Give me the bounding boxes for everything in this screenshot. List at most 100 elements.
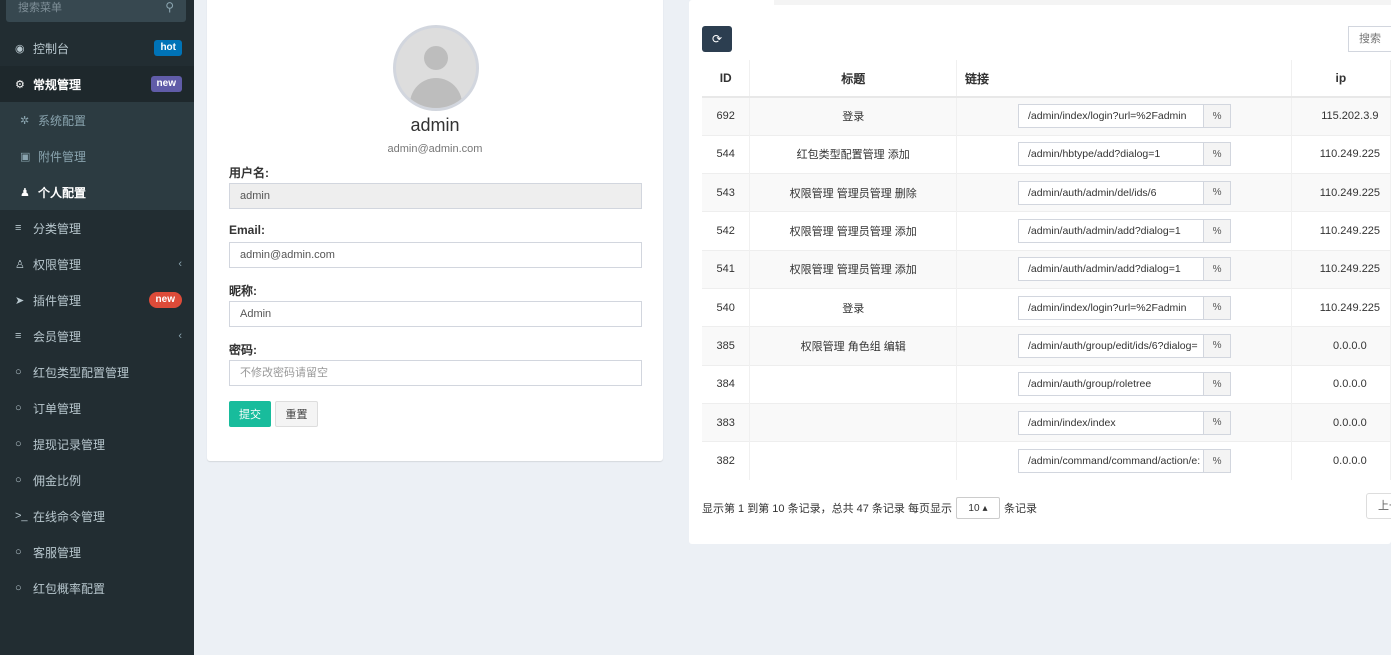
sidebar-menu: ◉ 控制台 hot ⚙ 常规管理 new ✲ 系统配置 ▣ 附件管理 ♟ 个人配置 ≡ 分类管理 ♙ 权限管理… — [0, 30, 194, 606]
cell-id: 540 — [702, 287, 751, 327]
reset-button[interactable]: 重置 — [275, 401, 318, 427]
cell-ip[interactable]: 0.0.0.0 — [1291, 402, 1391, 442]
url-input[interactable]: /admin/hbtype/add?dialog=1 — [1018, 142, 1205, 167]
sidebar-item-7[interactable]: ➤ 插件管理 new — [0, 282, 194, 318]
column-header-title[interactable]: 标题 — [749, 60, 958, 98]
table-search-input[interactable] — [1348, 26, 1391, 52]
url-input-group: /admin/index/index% — [957, 410, 1291, 435]
dashboard-icon: ◉ — [15, 42, 25, 55]
search-icon[interactable]: ⚲ — [165, 0, 174, 14]
sidebar-item-4[interactable]: ♟ 个人配置 — [0, 174, 194, 210]
link-icon[interactable]: % — [1204, 372, 1232, 397]
cell-ip[interactable]: 0.0.0.0 — [1291, 326, 1391, 366]
cell-ip[interactable]: 110.249.225 — [1291, 134, 1391, 174]
table-row[interactable]: 692 登录/admin/index/login?url=%2Fadmin% 115… — [702, 96, 1391, 136]
nickname-field[interactable] — [229, 301, 642, 327]
sidebar-item-label: 权限管理 — [33, 257, 82, 272]
url-input[interactable]: /admin/auth/group/edit/ids/6?dialog= — [1018, 333, 1205, 358]
sidebar-item-14[interactable]: ○ 客服管理 — [0, 534, 194, 570]
submit-button[interactable]: 提交 — [229, 401, 271, 427]
email-field[interactable] — [229, 242, 642, 268]
sidebar-item-2[interactable]: ✲ 系统配置 — [0, 102, 194, 138]
url-input[interactable]: /admin/command/command/action/e: — [1018, 449, 1205, 474]
link-icon[interactable]: % — [1204, 295, 1232, 320]
table-header-row: ID 标题 链接 ip — [702, 60, 1391, 98]
sidebar-item-8[interactable]: ≡ 会员管理 ‹ — [0, 318, 194, 354]
cell-id: 383 — [702, 402, 751, 442]
cell-ip[interactable]: 0.0.0.0 — [1291, 364, 1391, 404]
link-icon[interactable]: % — [1204, 142, 1232, 167]
circle-icon: ○ — [15, 402, 22, 414]
sidebar-item-15[interactable]: ○ 红包概率配置 — [0, 570, 194, 606]
url-input[interactable]: /admin/index/login?url=%2Fadmin — [1018, 295, 1205, 320]
caret-up-icon: ▴ — [982, 502, 988, 514]
cell-ip[interactable]: 115.202.3.9 — [1291, 96, 1391, 136]
pagination-prefix: 显示第 1 到第 10 条记录，总共 47 条记录 每页显示 — [702, 503, 952, 515]
column-header-ip[interactable]: ip — [1291, 60, 1391, 98]
sidebar-item-0[interactable]: ◉ 控制台 hot — [0, 30, 194, 66]
link-icon[interactable]: % — [1204, 333, 1232, 358]
sidebar-search-input[interactable]: 搜索菜单 ⚲ — [6, 0, 186, 22]
url-input[interactable]: /admin/auth/admin/add?dialog=1 — [1018, 257, 1205, 282]
cell-ip[interactable]: 110.249.225 — [1291, 173, 1391, 212]
table-row[interactable]: 382/admin/command/command/action/e:% 0.0.… — [702, 441, 1391, 480]
cell-ip[interactable]: 0.0.0.0 — [1291, 441, 1391, 480]
url-input-group: /admin/hbtype/add?dialog=1% — [957, 142, 1291, 167]
email-label: Email: — [229, 223, 266, 237]
column-header-url[interactable]: 链接 — [956, 60, 1292, 98]
table-row[interactable]: 540 登录/admin/index/login?url=%2Fadmin% 110… — [702, 287, 1391, 327]
cell-title — [749, 364, 958, 404]
sidebar-item-label: 佣金比例 — [33, 473, 82, 488]
sidebar-item-6[interactable]: ♙ 权限管理 ‹ — [0, 246, 194, 282]
prev-page-button[interactable]: 上一页 — [1366, 493, 1391, 519]
table-row[interactable]: 544 红包类型配置管理 添加/admin/hbtype/add?dialog=1… — [702, 134, 1391, 174]
link-icon[interactable]: % — [1204, 449, 1232, 474]
link-icon[interactable]: % — [1204, 257, 1232, 282]
url-input[interactable]: /admin/auth/admin/add?dialog=1 — [1018, 219, 1205, 244]
badge-new: new — [150, 76, 182, 92]
url-input[interactable]: /admin/index/login?url=%2Fadmin — [1018, 104, 1205, 129]
table-row[interactable]: 383/admin/index/index% 0.0.0.0 — [702, 402, 1391, 442]
page-size-select[interactable]: 10 ▴ — [955, 497, 1000, 519]
cell-ip[interactable]: 110.249.225 — [1291, 287, 1391, 327]
circle-icon: ○ — [15, 474, 22, 486]
url-input[interactable]: /admin/auth/admin/del/ids/6 — [1018, 180, 1205, 205]
table-row[interactable]: 541 权限管理 管理员管理 添加/admin/auth/admin/add?di… — [702, 249, 1391, 289]
link-icon[interactable]: % — [1204, 104, 1232, 129]
table-row[interactable]: 543 权限管理 管理员管理 删除/admin/auth/admin/del/id… — [702, 173, 1391, 212]
password-field[interactable] — [229, 360, 642, 386]
cell-ip[interactable]: 110.249.225 — [1291, 249, 1391, 289]
table-row[interactable]: 542 权限管理 管理员管理 添加/admin/auth/admin/add?di… — [702, 211, 1391, 251]
sidebar-item-label: 系统配置 — [38, 113, 87, 128]
cog-icon: ✲ — [20, 114, 30, 127]
url-input[interactable]: /admin/index/index — [1018, 410, 1205, 435]
cell-title: 红包类型配置管理 添加 — [749, 134, 958, 174]
table-row[interactable]: 384/admin/auth/group/roletree% 0.0.0.0 — [702, 364, 1391, 404]
sidebar: 搜索菜单 ⚲ ◉ 控制台 hot ⚙ 常规管理 new ✲ 系统配置 ▣ 附件管理 ♟ 个人配置 ≡ 分类… — [0, 0, 194, 655]
cell-id: 541 — [702, 249, 751, 289]
url-input[interactable]: /admin/auth/group/roletree — [1018, 372, 1205, 397]
sidebar-item-9[interactable]: ○ 红包类型配置管理 — [0, 354, 194, 390]
link-icon[interactable]: % — [1204, 219, 1232, 244]
sidebar-item-10[interactable]: ○ 订单管理 — [0, 390, 194, 426]
sidebar-item-3[interactable]: ▣ 附件管理 — [0, 138, 194, 174]
sidebar-item-5[interactable]: ≡ 分类管理 — [0, 210, 194, 246]
sidebar-item-12[interactable]: ○ 佣金比例 — [0, 462, 194, 498]
cell-id: 544 — [702, 134, 751, 174]
refresh-button[interactable]: ⟳ — [702, 26, 732, 52]
nickname-label: 昵称: — [229, 284, 257, 298]
cell-id: 692 — [702, 96, 751, 136]
table-row[interactable]: 385 权限管理 角色组 编辑/admin/auth/group/edit/ids… — [702, 326, 1391, 366]
sidebar-item-11[interactable]: ○ 提现记录管理 — [0, 426, 194, 462]
cell-ip[interactable]: 110.249.225 — [1291, 211, 1391, 251]
pagination-info: 显示第 1 到第 10 条记录，总共 47 条记录 每页显示 10 ▴ 条记录 — [702, 497, 1037, 519]
link-icon[interactable]: % — [1204, 180, 1232, 205]
sidebar-item-13[interactable]: >_ 在线命令管理 — [0, 498, 194, 534]
column-header-id[interactable]: ID — [702, 60, 751, 98]
cell-url: /admin/auth/admin/del/ids/6% — [956, 173, 1292, 212]
refresh-icon: ⟳ — [711, 32, 723, 46]
chevron-left-icon: ‹ — [178, 258, 182, 270]
sidebar-item-1[interactable]: ⚙ 常规管理 new — [0, 66, 194, 102]
profile-panel: admin admin@admin.com 用户名: Email: 昵称: 密码… — [207, 0, 663, 461]
link-icon[interactable]: % — [1204, 410, 1232, 435]
